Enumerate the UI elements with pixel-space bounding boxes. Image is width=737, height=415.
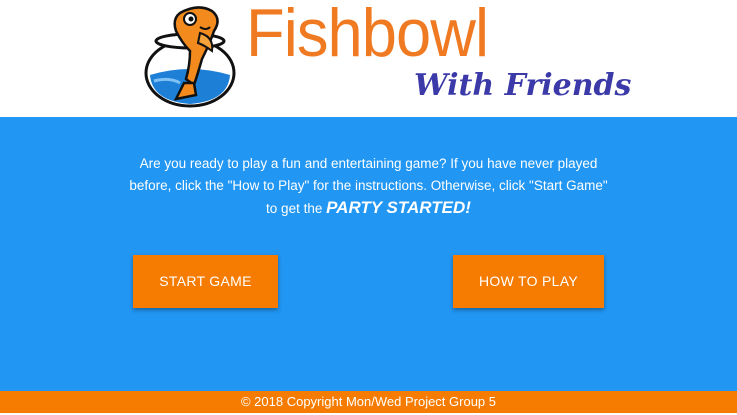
logo-title: Fishbowl	[246, 0, 489, 71]
header: Fishbowl With Friends	[0, 0, 737, 117]
fishbowl-icon	[144, 6, 236, 108]
intro-line-1: Are you ready to play a fun and entertai…	[139, 156, 598, 171]
copyright-text: © 2018 Copyright Mon/Wed Project Group 5	[240, 394, 497, 409]
intro-line-2: before, click the "How to Play" for the …	[129, 178, 608, 193]
party-started-emphasis: PARTY STARTED!	[326, 198, 471, 217]
start-game-button[interactable]: START GAME	[133, 255, 278, 308]
intro-line-3-prefix: to get the	[266, 201, 327, 216]
logo-subtitle: With Friends	[414, 68, 632, 103]
main-panel: Are you ready to play a fun and entertai…	[0, 117, 737, 391]
intro-text: Are you ready to play a fun and entertai…	[100, 153, 637, 220]
how-to-play-button[interactable]: HOW TO PLAY	[453, 255, 604, 308]
footer: © 2018 Copyright Mon/Wed Project Group 5	[0, 391, 737, 413]
intro-line-3: to get the PARTY STARTED!	[100, 197, 637, 220]
